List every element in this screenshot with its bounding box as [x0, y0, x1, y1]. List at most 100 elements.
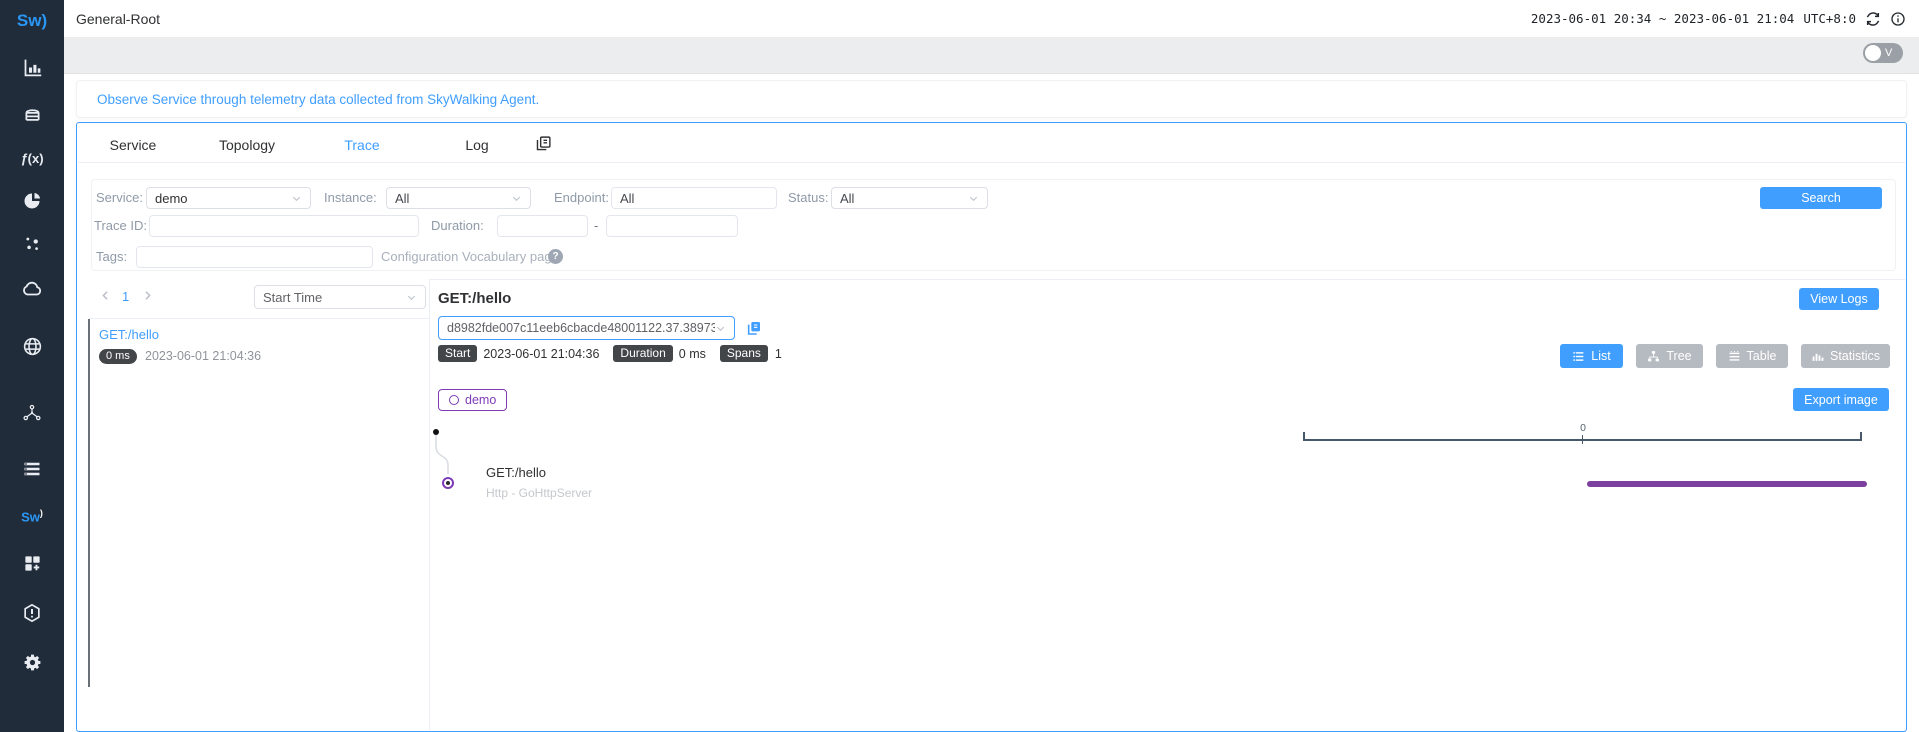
duration-badge: Duration: [613, 345, 672, 362]
trace-item-duration-badge: 0 ms: [99, 349, 137, 364]
filter-row-1: Service: demo Instance: All Endpoint: St…: [77, 187, 1906, 209]
span-name: GET:/hello: [486, 465, 592, 480]
spans-value: 1: [775, 347, 782, 361]
tab-topology[interactable]: Topology: [205, 137, 289, 153]
export-image-button[interactable]: Export image: [1793, 388, 1889, 411]
sidebar-item-settings[interactable]: [0, 650, 64, 674]
span-duration-bar[interactable]: [1587, 481, 1867, 487]
service-tag[interactable]: demo: [438, 389, 507, 411]
refresh-icon[interactable]: [1865, 11, 1881, 27]
tree-view-icon: [1647, 350, 1660, 363]
service-value: demo: [155, 191, 291, 206]
view-logs-button[interactable]: View Logs: [1799, 288, 1879, 310]
service-select[interactable]: demo: [146, 187, 311, 209]
status-label: Status:: [788, 187, 828, 209]
sidebar-item-sampling[interactable]: [0, 232, 64, 256]
span-row[interactable]: GET:/hello Http - GoHttpServer: [486, 465, 592, 500]
trace-widget: Service Topology Trace Log Service: demo…: [76, 122, 1907, 732]
info-icon[interactable]: [1890, 11, 1906, 27]
vocabulary-link[interactable]: Configuration Vocabulary page: [381, 246, 559, 268]
endpoint-input[interactable]: [611, 187, 777, 209]
panel-divider-vertical: [429, 279, 430, 730]
skywalking-icon: Sw): [21, 508, 43, 524]
filter-row-2: Trace ID: Duration: -: [77, 215, 1906, 237]
tab-log[interactable]: Log: [435, 137, 519, 153]
span-node-core: [446, 481, 450, 485]
duration-max-input[interactable]: [606, 215, 738, 237]
trace-item-name[interactable]: GET:/hello: [99, 327, 159, 342]
top-header: General-Root 2023-06-01 20:34 ~ 2023-06-…: [64, 0, 1919, 38]
function-icon: ƒ(x): [20, 151, 43, 166]
sidebar-item-database[interactable]: [0, 103, 64, 127]
start-badge: Start: [438, 345, 477, 362]
sidebar-item-pie[interactable]: [0, 189, 64, 213]
page-prev-button[interactable]: [99, 289, 112, 302]
status-select[interactable]: All: [831, 187, 988, 209]
tab-service[interactable]: Service: [91, 137, 175, 153]
trace-list-item[interactable]: GET:/hello 0 ms 2023-06-01 21:04:36: [77, 319, 429, 389]
span-node-dot[interactable]: [442, 477, 454, 489]
sidebar-item-cloud[interactable]: [0, 277, 64, 301]
duration-min-input[interactable]: [497, 215, 588, 237]
view-table-button[interactable]: Table: [1716, 344, 1788, 368]
span-component: Http - GoHttpServer: [486, 486, 592, 500]
scatter-icon: [22, 234, 42, 254]
endpoint-label: Endpoint:: [554, 187, 609, 209]
view-statistics-button[interactable]: Statistics: [1801, 344, 1890, 368]
toggle-knob: [1865, 45, 1881, 61]
duration-value: 0 ms: [679, 347, 706, 361]
sort-select[interactable]: Start Time: [254, 285, 426, 309]
cloud-icon: [21, 278, 43, 300]
tabs-divider: [78, 162, 1905, 163]
sidebar-item-function[interactable]: ƒ(x): [0, 146, 64, 170]
copy-trace-id-icon[interactable]: [746, 320, 762, 336]
sidebar-item-dashboard-add[interactable]: [0, 551, 64, 575]
spans-badge: Spans: [720, 345, 768, 362]
toggle-label: V: [1885, 47, 1892, 59]
help-icon[interactable]: ?: [548, 249, 563, 264]
panel-divider-horizontal: [429, 279, 1905, 280]
time-range: 2023-06-01 20:34 ~ 2023-06-01 21:04: [1531, 11, 1794, 26]
instance-select[interactable]: All: [386, 187, 531, 209]
start-value: 2023-06-01 21:04:36: [483, 347, 599, 361]
trace-item-start-time: 2023-06-01 21:04:36: [145, 349, 261, 363]
trace-id-select[interactable]: d8982fde007c11eeb6cbacde48001122.37.3897…: [438, 316, 735, 340]
topology-icon: [22, 403, 42, 423]
statistics-view-icon: [1811, 350, 1824, 363]
view-tree-button[interactable]: Tree: [1636, 344, 1703, 368]
trace-title: GET:/hello: [438, 290, 511, 307]
sidebar-item-browser[interactable]: [0, 334, 64, 358]
chevron-down-icon: [715, 323, 726, 334]
sidebar-item-topology[interactable]: [0, 401, 64, 425]
chevron-down-icon: [291, 193, 302, 204]
status-value: All: [840, 191, 968, 206]
sidebar-item-skywalking-active[interactable]: Sw): [0, 504, 64, 528]
search-button[interactable]: Search: [1760, 187, 1882, 209]
view-table-label: Table: [1747, 349, 1777, 363]
page-next-button[interactable]: [141, 289, 154, 302]
view-list-label: List: [1591, 349, 1610, 363]
tab-trace[interactable]: Trace: [320, 137, 404, 153]
service-label: Service:: [96, 187, 143, 209]
tags-label: Tags:: [96, 246, 127, 268]
version-toggle[interactable]: V: [1863, 43, 1903, 63]
timeline-left-tick: [1303, 432, 1305, 440]
logo-arc: ): [41, 11, 47, 31]
copy-tab-icon[interactable]: [535, 135, 552, 152]
sidebar-item-dashboard[interactable]: [0, 55, 64, 79]
page-number[interactable]: 1: [122, 289, 129, 304]
timeline-tick-label: 0: [1573, 422, 1593, 434]
view-list-button[interactable]: List: [1560, 344, 1623, 368]
pie-chart-icon: [22, 191, 42, 211]
trace-id-input[interactable]: [149, 215, 419, 237]
chevron-down-icon: [511, 193, 522, 204]
sidebar-item-alerts[interactable]: [0, 601, 64, 625]
service-tag-label: demo: [465, 393, 496, 407]
tags-input[interactable]: [136, 246, 373, 268]
chevron-down-icon: [406, 292, 417, 303]
instance-label: Instance:: [324, 187, 377, 209]
view-statistics-label: Statistics: [1830, 349, 1880, 363]
sidebar-item-list[interactable]: [0, 457, 64, 481]
skywalking-logo[interactable]: Sw): [0, 9, 64, 33]
toolbar-strip: [64, 38, 1919, 74]
